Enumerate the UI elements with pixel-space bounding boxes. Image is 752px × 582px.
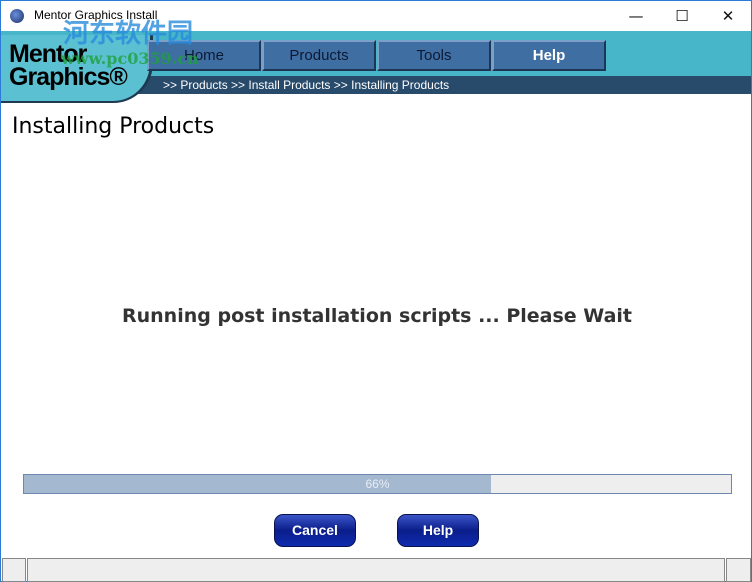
cancel-button[interactable]: Cancel xyxy=(274,514,356,547)
nav-products[interactable]: Products xyxy=(262,40,376,71)
progress-bar: 66% xyxy=(23,474,732,494)
minimize-button[interactable]: — xyxy=(613,1,659,31)
page-title: Installing Products xyxy=(12,114,215,139)
watermark-url: www.pc0359.cn xyxy=(61,49,199,68)
close-button[interactable]: ✕ xyxy=(705,1,751,31)
progress-label: 66% xyxy=(365,477,390,491)
nav-tools[interactable]: Tools xyxy=(377,40,491,71)
maximize-button[interactable]: ☐ xyxy=(659,1,705,31)
help-button[interactable]: Help xyxy=(397,514,479,547)
watermark: 河东软件园 xyxy=(63,19,194,49)
status-cell-left xyxy=(2,558,26,582)
app-icon xyxy=(10,9,24,23)
breadcrumb: >> Products >> Install Products >> Insta… xyxy=(163,78,450,92)
nav-help[interactable]: Help xyxy=(492,40,606,71)
status-message: Running post installation scripts ... Pl… xyxy=(122,305,632,327)
status-bar xyxy=(27,558,725,582)
status-cell-right xyxy=(726,558,751,582)
